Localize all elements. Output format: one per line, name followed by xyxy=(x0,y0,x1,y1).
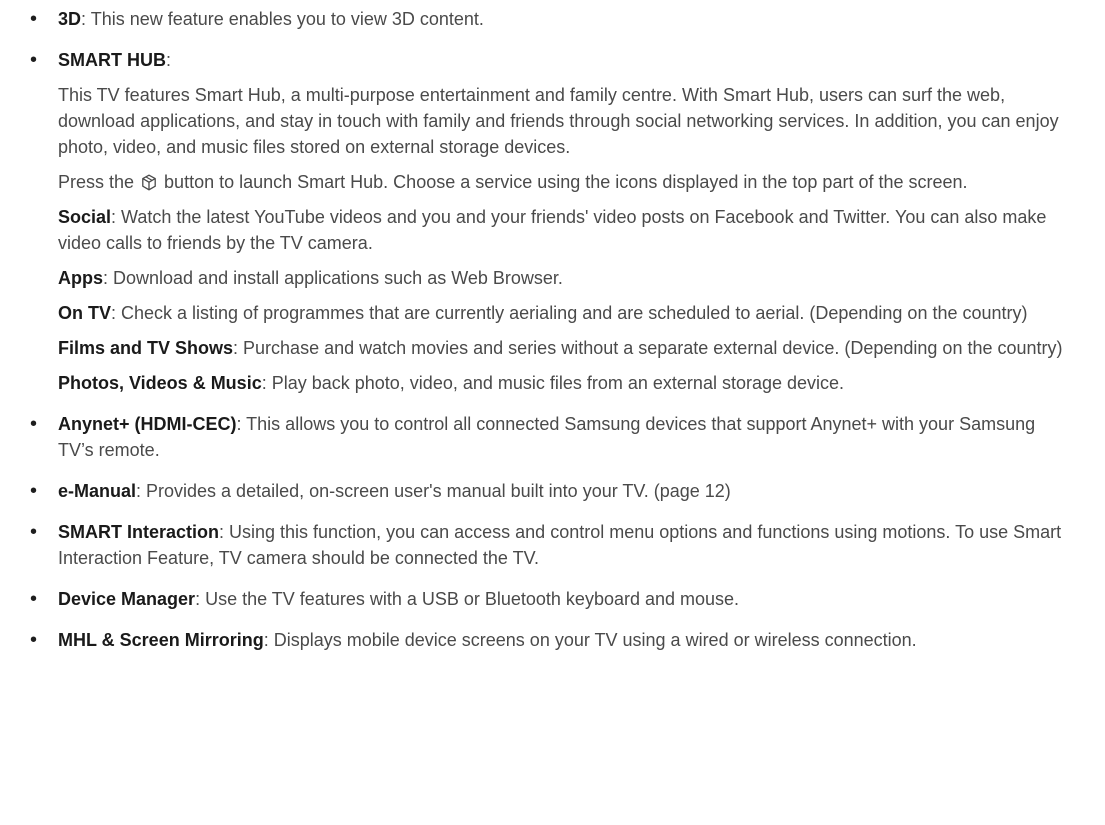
feature-text: SMART Interaction: Using this function, … xyxy=(58,519,1065,571)
feature-text: MHL & Screen Mirroring: Displays mobile … xyxy=(58,627,1065,653)
feature-anynet: • Anynet+ (HDMI-CEC): This allows you to… xyxy=(0,411,1065,463)
service-term: Social xyxy=(58,207,112,227)
feature-text: SMART HUB: xyxy=(58,47,1065,73)
bullet: • xyxy=(30,480,38,502)
feature-term: Anynet+ (HDMI-CEC) xyxy=(58,414,237,434)
feature-description: : This new feature enables you to view 3… xyxy=(81,9,484,29)
feature-term: SMART Interaction xyxy=(58,522,220,542)
feature-term: Device Manager xyxy=(58,589,196,609)
bullet: • xyxy=(30,8,38,30)
bullet: • xyxy=(30,629,38,651)
service-term: Apps xyxy=(58,268,103,288)
service-description: : Purchase and watch movies and series w… xyxy=(233,338,1063,358)
service-term: On TV xyxy=(58,303,111,323)
bullet: • xyxy=(30,413,38,435)
feature-term: MHL & Screen Mirroring xyxy=(58,630,264,650)
feature-text: Anynet+ (HDMI-CEC): This allows you to c… xyxy=(58,411,1065,463)
service-social: Social: Watch the latest YouTube videos … xyxy=(58,204,1065,256)
feature-3d: • 3D: This new feature enables you to vi… xyxy=(0,6,1065,32)
feature-text: 3D: This new feature enables you to view… xyxy=(58,6,1065,32)
feature-smart-hub: • SMART HUB: This TV features Smart Hub,… xyxy=(0,47,1065,396)
feature-term: SMART HUB xyxy=(58,50,166,70)
service-description: : Watch the latest YouTube videos and yo… xyxy=(58,207,1047,253)
service-term: Films and TV Shows xyxy=(58,338,234,358)
feature-description: : Use the TV features with a USB or Blue… xyxy=(195,589,740,609)
feature-text: Device Manager: Use the TV features with… xyxy=(58,586,1065,612)
feature-term: e-Manual xyxy=(58,481,137,501)
feature-mhl-screen-mirroring: • MHL & Screen Mirroring: Displays mobil… xyxy=(0,627,1065,653)
feature-e-manual: • e-Manual: Provides a detailed, on-scre… xyxy=(0,478,1065,504)
feature-description: : Provides a detailed, on-screen user's … xyxy=(136,481,731,501)
smart-hub-press-instruction: Press the button to launch Smart Hub. Ch… xyxy=(58,169,1065,195)
service-photos-videos-music: Photos, Videos & Music: Play back photo,… xyxy=(58,370,1065,396)
service-apps: Apps: Download and install applications … xyxy=(58,265,1065,291)
service-term: Photos, Videos & Music xyxy=(58,373,262,393)
service-description: : Download and install applications such… xyxy=(103,268,563,288)
press-before: Press the xyxy=(58,172,140,192)
bullet: • xyxy=(30,588,38,610)
bullet: • xyxy=(30,521,38,543)
service-on-tv: On TV: Check a listing of programmes tha… xyxy=(58,300,1065,326)
feature-text: e-Manual: Provides a detailed, on-screen… xyxy=(58,478,1065,504)
service-description: : Play back photo, video, and music file… xyxy=(261,373,845,393)
service-films-tv-shows: Films and TV Shows: Purchase and watch m… xyxy=(58,335,1065,361)
feature-term: 3D xyxy=(58,9,82,29)
service-description: : Check a listing of programmes that are… xyxy=(111,303,1028,323)
feature-device-manager: • Device Manager: Use the TV features wi… xyxy=(0,586,1065,612)
feature-smart-interaction: • SMART Interaction: Using this function… xyxy=(0,519,1065,571)
smart-hub-button-icon xyxy=(142,174,156,191)
press-after: button to launch Smart Hub. Choose a ser… xyxy=(159,172,968,192)
feature-description: : Displays mobile device screens on your… xyxy=(263,630,917,650)
feature-description: : xyxy=(166,50,172,70)
bullet: • xyxy=(30,49,38,71)
manual-page: • 3D: This new feature enables you to vi… xyxy=(0,0,1105,825)
smart-hub-intro: This TV features Smart Hub, a multi-purp… xyxy=(58,85,1059,157)
